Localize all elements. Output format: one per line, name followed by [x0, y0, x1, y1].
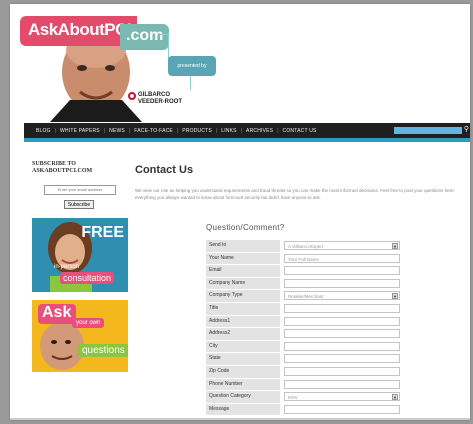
- sponsor-name-line2: VEEDER-ROOT: [138, 99, 183, 105]
- nav-item-products[interactable]: PRODUCTS: [178, 128, 216, 134]
- nav-item-blog[interactable]: BLOG: [32, 128, 55, 134]
- message-label: Message: [206, 403, 280, 416]
- form-row-question-category: Question Category EMV ▼: [206, 391, 402, 404]
- zip-code-input[interactable]: [284, 366, 400, 376]
- subscribe-title-line2: ASKABOUTPCI.COM: [32, 168, 93, 174]
- company-type-select[interactable]: Retailer/Merchant ▼: [284, 291, 400, 301]
- send-to-value: A Gilbarco Expert: [288, 244, 324, 249]
- nav-search-input[interactable]: [394, 127, 462, 134]
- phone-number-input[interactable]: [284, 379, 400, 389]
- form-title: Question/Comment?: [206, 223, 285, 232]
- nav-item-news[interactable]: NEWS: [105, 128, 129, 134]
- state-label: State: [206, 353, 280, 365]
- nav-items: BLOG | WHITE PAPERS | NEWS | FACE-TO-FAC…: [32, 123, 321, 138]
- ad-your-own-text: your own: [72, 318, 105, 328]
- ad-ask-text: Ask: [38, 304, 77, 324]
- ad-questions-text: questions: [78, 344, 128, 357]
- ad-consultation-text: consultation: [60, 272, 115, 284]
- nav-item-archives[interactable]: ARCHIVES: [242, 128, 277, 134]
- city-input[interactable]: [284, 341, 400, 351]
- nav-accent-bar: [24, 138, 470, 142]
- form-row-email: Email: [206, 265, 402, 278]
- form-row-company-type: Company Type Retailer/Merchant ▼: [206, 290, 402, 303]
- question-category-label: Question Category: [206, 391, 280, 403]
- chevron-down-icon[interactable]: ▼: [392, 243, 398, 249]
- phone-number-label: Phone Number: [206, 378, 280, 391]
- your-name-label: Your Name: [206, 252, 280, 265]
- page-title: Contact Us: [135, 164, 194, 176]
- ad-in-person-text: in-person: [54, 264, 80, 270]
- send-to-label: Send to: [206, 240, 280, 252]
- form-row-company-name: Company Name: [206, 277, 402, 291]
- form-row-city: City: [206, 340, 402, 354]
- email-label: Email: [206, 265, 280, 277]
- form-row-address1: Address1: [206, 315, 402, 329]
- ask-questions-ad[interactable]: Ask your own questions: [32, 300, 128, 372]
- subscribe-title-line1: SUBSCRIBE TO: [32, 161, 76, 167]
- ad-free-text: FREE: [81, 224, 124, 241]
- zip-code-label: Zip Code: [206, 365, 280, 378]
- nav-item-face-to-face[interactable]: FACE-TO-FACE: [130, 128, 177, 134]
- your-name-input[interactable]: Your Full Name: [284, 253, 400, 263]
- subscribe-title: SUBSCRIBE TO ASKABOUTPCI.COM: [32, 161, 92, 175]
- title-input[interactable]: [284, 303, 400, 313]
- form-row-your-name: Your Name Your Full Name: [206, 252, 402, 266]
- address1-label: Address1: [206, 315, 280, 328]
- form-row-title: Title: [206, 302, 402, 316]
- email-input[interactable]: [284, 266, 400, 276]
- nav-item-links[interactable]: LINKS: [217, 128, 240, 134]
- form-row-zip-code: Zip Code: [206, 365, 402, 379]
- form-row-message: Message: [206, 403, 402, 417]
- form-row-send-to: Send to A Gilbarco Expert ▼: [206, 240, 402, 253]
- chevron-down-icon[interactable]: ▼: [392, 394, 398, 401]
- question-category-select[interactable]: EMV ▼: [284, 392, 400, 402]
- city-label: City: [206, 340, 280, 353]
- gilbarco-icon: [128, 92, 136, 100]
- company-name-label: Company Name: [206, 277, 280, 290]
- sponsor-connector-line: [190, 76, 192, 90]
- nav-item-contact-us[interactable]: CONTACT US: [279, 128, 321, 134]
- form-row-phone-number: Phone Number: [206, 378, 402, 392]
- page-bottom-border: [10, 418, 470, 420]
- title-label: Title: [206, 302, 280, 315]
- message-input[interactable]: [284, 404, 400, 414]
- main-nav: BLOG | WHITE PAPERS | NEWS | FACE-TO-FAC…: [24, 123, 470, 138]
- free-consultation-ad[interactable]: FREE in-person consultation: [32, 218, 128, 292]
- search-icon[interactable]: ⚲: [464, 126, 469, 133]
- site-header: AskAboutPCI .com presented by GILBARCO V…: [10, 4, 470, 122]
- sponsor-name-line1: GILBARCO: [138, 92, 170, 98]
- nav-item-white-papers[interactable]: WHITE PAPERS: [56, 128, 104, 134]
- your-name-value: Your Full Name: [288, 256, 319, 262]
- form-row-state: State: [206, 353, 402, 366]
- company-name-input[interactable]: [284, 278, 400, 288]
- form-row-address2: Address2: [206, 328, 402, 341]
- company-type-value: Retailer/Merchant: [288, 294, 324, 300]
- company-type-label: Company Type: [206, 290, 280, 302]
- address2-label: Address2: [206, 328, 280, 340]
- subscribe-email-input[interactable]: [44, 185, 116, 195]
- send-to-select[interactable]: A Gilbarco Expert ▼: [284, 241, 400, 250]
- browser-page: AskAboutPCI .com presented by GILBARCO V…: [10, 4, 470, 420]
- address1-input[interactable]: [284, 316, 400, 326]
- presented-by-badge: presented by: [168, 56, 216, 76]
- state-input[interactable]: [284, 354, 400, 364]
- subscribe-button[interactable]: Subscribe: [64, 200, 94, 209]
- address2-input[interactable]: [284, 329, 400, 339]
- question-category-value: EMV: [288, 395, 298, 401]
- contact-form: Send to A Gilbarco Expert ▼ Your Name You…: [206, 240, 402, 416]
- chevron-down-icon[interactable]: ▼: [392, 293, 398, 300]
- intro-paragraph: We view our role as helping you understa…: [135, 188, 455, 200]
- sponsor-logo[interactable]: GILBARCO VEEDER-ROOT: [128, 92, 183, 106]
